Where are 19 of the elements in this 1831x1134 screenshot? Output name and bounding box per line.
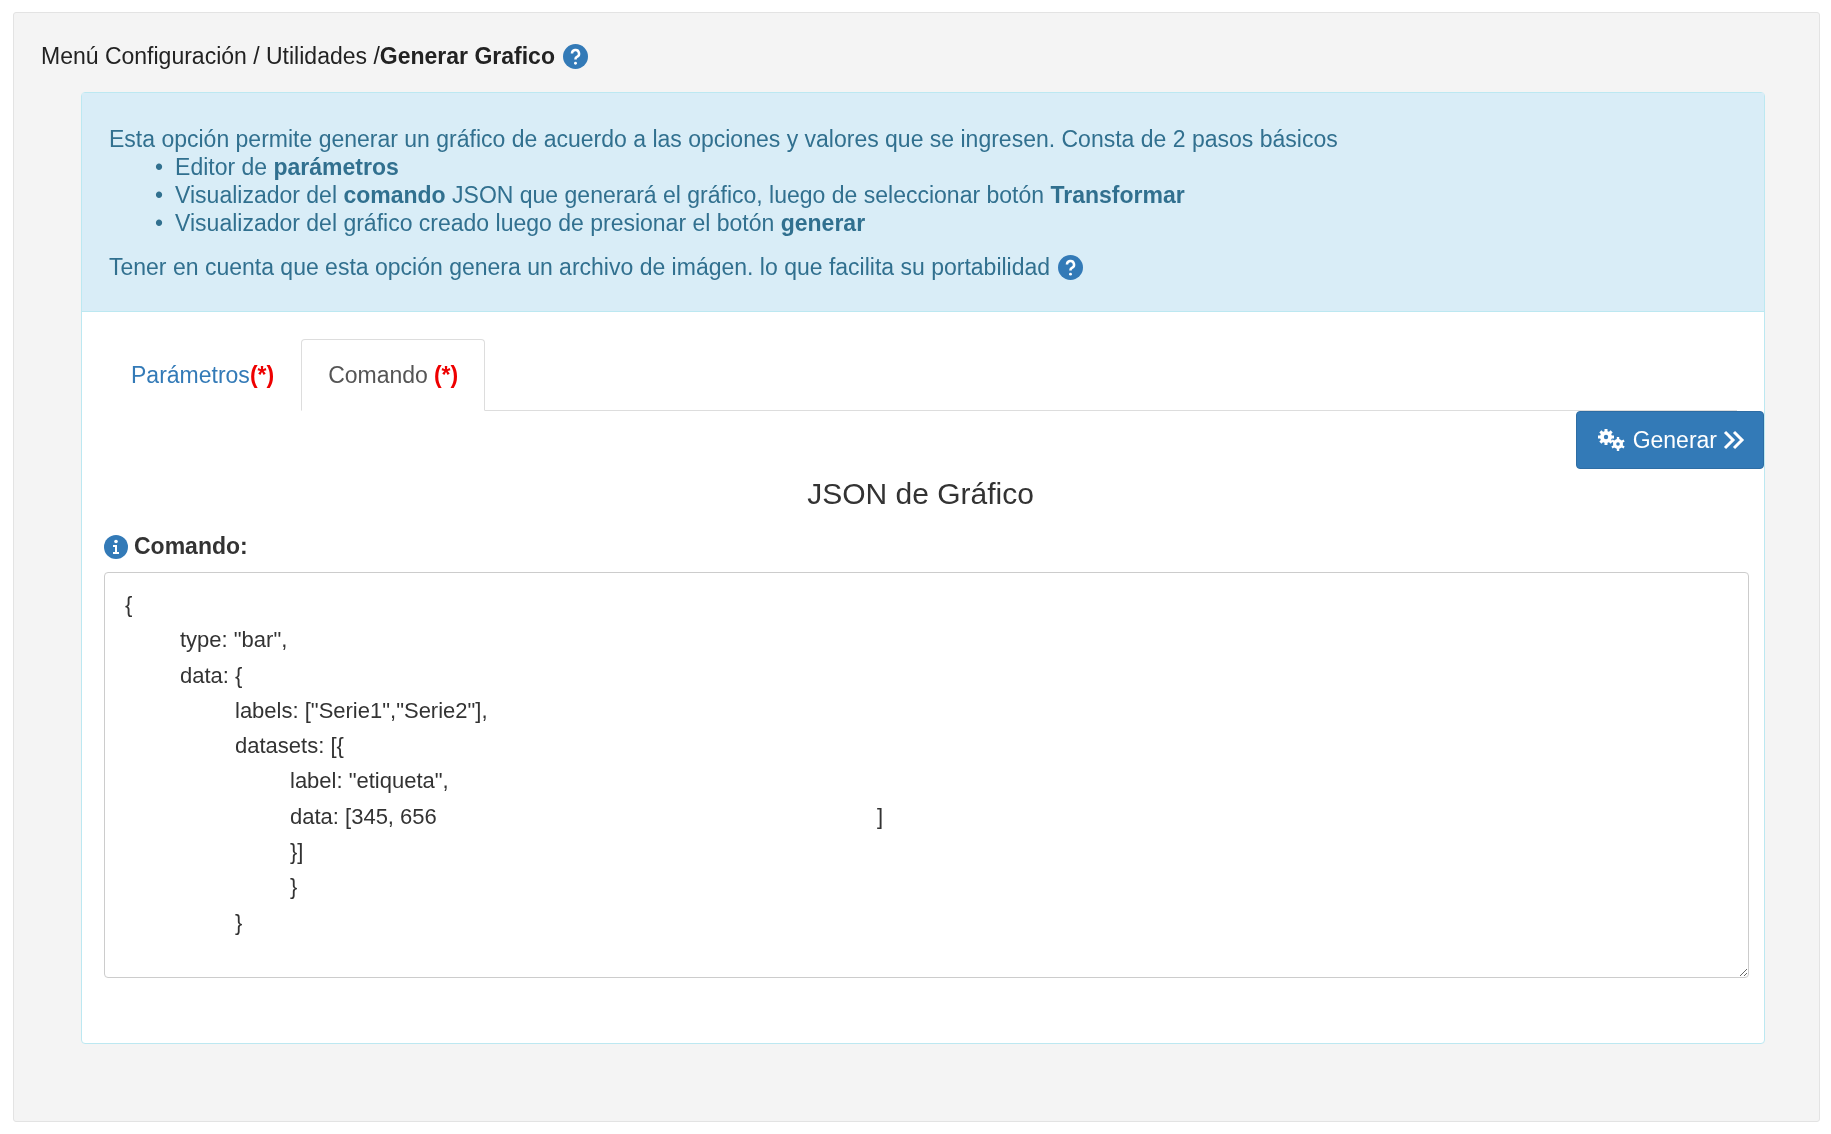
field-label: Comando: bbox=[134, 533, 248, 560]
step-item: Editor de parámetros bbox=[175, 153, 399, 181]
gears-icon bbox=[1596, 428, 1627, 452]
bullet: • bbox=[155, 153, 164, 181]
command-field[interactable]: { type: "bar", data: { labels: ["Serie1","Serie2"], datasets: [{ label: "etiqueta", data: [345, 656 ] }] } } bbox=[104, 572, 1749, 978]
tab[interactable]: Comando (*) bbox=[301, 339, 486, 411]
double-chevron-icon bbox=[1723, 430, 1745, 450]
step-item: Visualizador del gráfico creado luego de presionar el botón generar bbox=[175, 209, 866, 237]
generate-button[interactable]: Generar bbox=[1575, 411, 1764, 469]
bullet: • bbox=[155, 209, 164, 237]
help-icon bbox=[562, 44, 588, 69]
info-icon bbox=[104, 534, 128, 559]
bullet: • bbox=[155, 181, 164, 209]
step-item: Visualizador del comando JSON que generará el gráfico, luego de seleccionar botón Transformar bbox=[175, 181, 1185, 209]
info-text: Esta opción permite generar un gráfico de acuerdo a las opciones y valores que se ingresen. Consta de 2 pasos básicos bbox=[109, 125, 1339, 153]
info-note: Tener en cuenta que esta opción genera un archivo de imágen. lo que facilita su portabilidad bbox=[109, 253, 1051, 281]
section-title: JSON de Gráfico bbox=[806, 477, 1035, 511]
help-icon bbox=[1058, 254, 1084, 280]
breadcrumb: Menú Configuración / Utilidades /Generar Grafico bbox=[41, 43, 555, 70]
